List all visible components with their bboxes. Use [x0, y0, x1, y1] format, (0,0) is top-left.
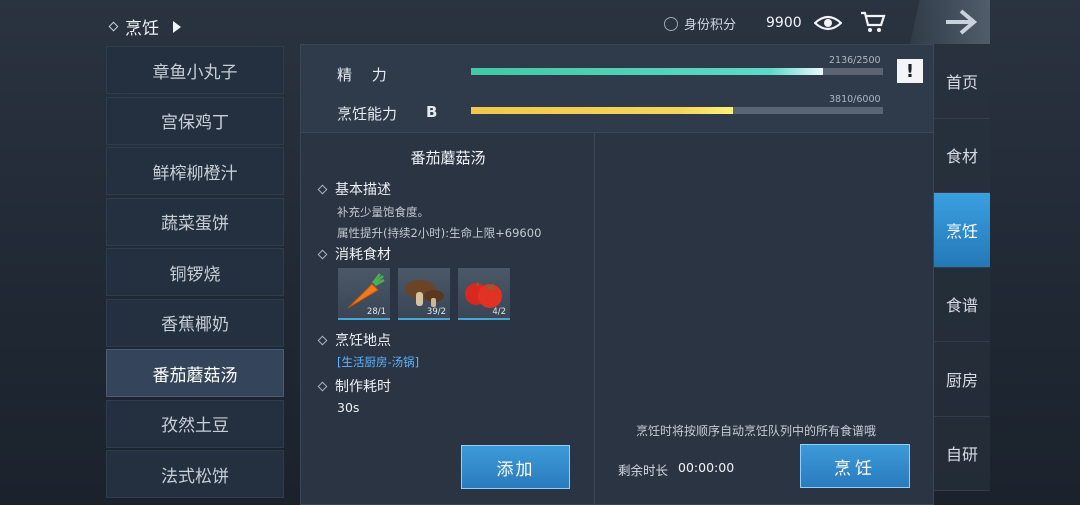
nav-home[interactable]: 首页 [934, 44, 990, 119]
recipe-label: 鲜榨柳橙汁 [152, 163, 238, 184]
tomato-icon [465, 282, 502, 308]
cooking-time: 30s [337, 400, 360, 415]
location-section: 烹饪地点 [317, 330, 391, 350]
nav-research[interactable]: 自研 [934, 416, 990, 491]
nav-kitchen[interactable]: 厨房 [934, 342, 990, 417]
mushroom-icon [405, 280, 444, 307]
cooking-ability-value: 3810/6000 [829, 94, 881, 105]
diamond-icon [108, 21, 119, 32]
remaining-value: 00:00:00 [678, 460, 735, 475]
cooking-panel: 精 力 2136/2500 烹饪能力 B 3810/6000 ! 番茄蘑菇汤 基… [300, 44, 934, 505]
cooking-location[interactable]: [生活厨房-汤锅] [337, 354, 419, 370]
ingredient-count: 39/2 [426, 307, 446, 317]
recipe-item[interactable]: 法式松饼 [106, 450, 284, 498]
stats-area: 精 力 2136/2500 烹饪能力 B 3810/6000 ! [301, 45, 933, 133]
identity-score-label: 身份积分 [664, 14, 736, 33]
cooking-ability-label: 烹饪能力 [337, 105, 398, 123]
energy-value: 2136/2500 [829, 55, 881, 66]
diamond-icon [317, 381, 328, 391]
energy-bar-fill [471, 68, 823, 75]
recipe-item-selected[interactable]: 番茄蘑菇汤 [106, 349, 284, 397]
basic-section: 基本描述 [317, 179, 391, 199]
cook-button[interactable]: 烹饪 [800, 444, 910, 488]
arrow-right-icon [946, 9, 978, 35]
recipe-item[interactable]: 蔬菜蛋饼 [106, 197, 284, 246]
ingredient-slot[interactable]: 39/2 [398, 268, 450, 320]
recipe-label: 宫保鸡丁 [161, 113, 229, 133]
info-button[interactable]: ! [897, 59, 923, 83]
recipe-title: 番茄蘑菇汤 [410, 149, 486, 167]
recipe-label: 章鱼小丸子 [152, 62, 238, 83]
energy-label: 精 力 [337, 66, 387, 84]
cooking-bar-fill [471, 107, 733, 114]
cooking-grade: B [426, 103, 438, 121]
diamond-icon [317, 335, 328, 345]
time-section: 制作耗时 [317, 376, 391, 396]
identity-score-value: 9900 [766, 15, 802, 31]
recipe-label: 孜然土豆 [161, 416, 229, 436]
remaining-label: 剩余时长 [618, 463, 669, 478]
recipe-label: 香蕉椰奶 [161, 315, 229, 335]
eye-button[interactable] [812, 10, 844, 36]
carrot-icon [347, 273, 385, 309]
ingredient-slot[interactable]: 4/2 [458, 268, 510, 320]
cart-icon [861, 11, 886, 32]
section-header: 制作耗时 [335, 379, 391, 395]
play-arrow-icon [173, 20, 181, 33]
ingredient-count: 4/2 [492, 307, 506, 317]
add-button[interactable]: 添加 [461, 445, 570, 489]
diamond-icon [317, 249, 328, 259]
recipe-item[interactable]: 香蕉椰奶 [106, 298, 284, 347]
recipe-item[interactable]: 孜然土豆 [106, 399, 284, 448]
remaining-time: 剩余时长 00:00:00 [618, 460, 734, 479]
exclamation-icon: ! [905, 60, 915, 82]
eye-icon [814, 15, 842, 31]
recipe-label: 法式松饼 [161, 466, 229, 487]
basic-description: 补充少量饱食度。 [337, 205, 429, 219]
section-header: 消耗食材 [335, 247, 391, 263]
recipe-label: 铜锣烧 [169, 264, 221, 285]
queue-hint: 烹饪时将按顺序自动烹饪队列中的所有食谱哦 [636, 424, 877, 438]
nav-cooking[interactable]: 烹饪 [934, 193, 990, 268]
identity-label: 身份积分 [684, 18, 737, 33]
recipe-item[interactable]: 宫保鸡丁 [106, 96, 284, 145]
ingredient-count: 28/1 [366, 307, 386, 317]
section-header: 基本描述 [335, 182, 391, 198]
recipe-item[interactable]: 铜锣烧 [106, 248, 284, 296]
top-bar: 烹饪 身份积分 9900 [0, 0, 1080, 44]
energy-bar [471, 68, 883, 75]
recipe-label: 番茄蘑菇汤 [152, 365, 238, 386]
ingredients-section: 消耗食材 [317, 244, 391, 264]
recipe-item[interactable]: 章鱼小丸子 [106, 46, 284, 94]
recipe-list: 章鱼小丸子 宫保鸡丁 鲜榨柳橙汁 蔬菜蛋饼 铜锣烧 香蕉椰奶 番茄蘑菇汤 孜然土… [106, 46, 284, 501]
nav-ingredients[interactable]: 食材 [934, 118, 990, 193]
cooking-queue: 烹饪时将按顺序自动烹饪队列中的所有食谱哦 剩余时长 00:00:00 烹饪 [596, 133, 933, 505]
recipe-detail: 番茄蘑菇汤 基本描述 补充少量饱食度。 属性提升(持续2小时):生命上限+696… [301, 133, 595, 505]
breadcrumb-label: 烹饪 [125, 19, 159, 39]
back-button[interactable] [910, 0, 990, 44]
nav-recipes[interactable]: 食谱 [934, 267, 990, 342]
right-nav: 首页 食材 烹饪 食谱 厨房 自研 [934, 44, 990, 505]
badge-icon [664, 16, 678, 31]
breadcrumb[interactable]: 烹饪 [108, 14, 181, 39]
recipe-label: 蔬菜蛋饼 [161, 214, 229, 234]
attribute-bonus: 属性提升(持续2小时):生命上限+69600 [337, 226, 542, 240]
section-header: 烹饪地点 [335, 333, 391, 349]
diamond-icon [317, 184, 328, 194]
ingredient-slot[interactable]: 28/1 [338, 268, 390, 320]
cooking-ability-bar [471, 107, 883, 114]
recipe-item[interactable]: 鲜榨柳橙汁 [106, 147, 284, 195]
cart-button[interactable] [860, 10, 888, 36]
